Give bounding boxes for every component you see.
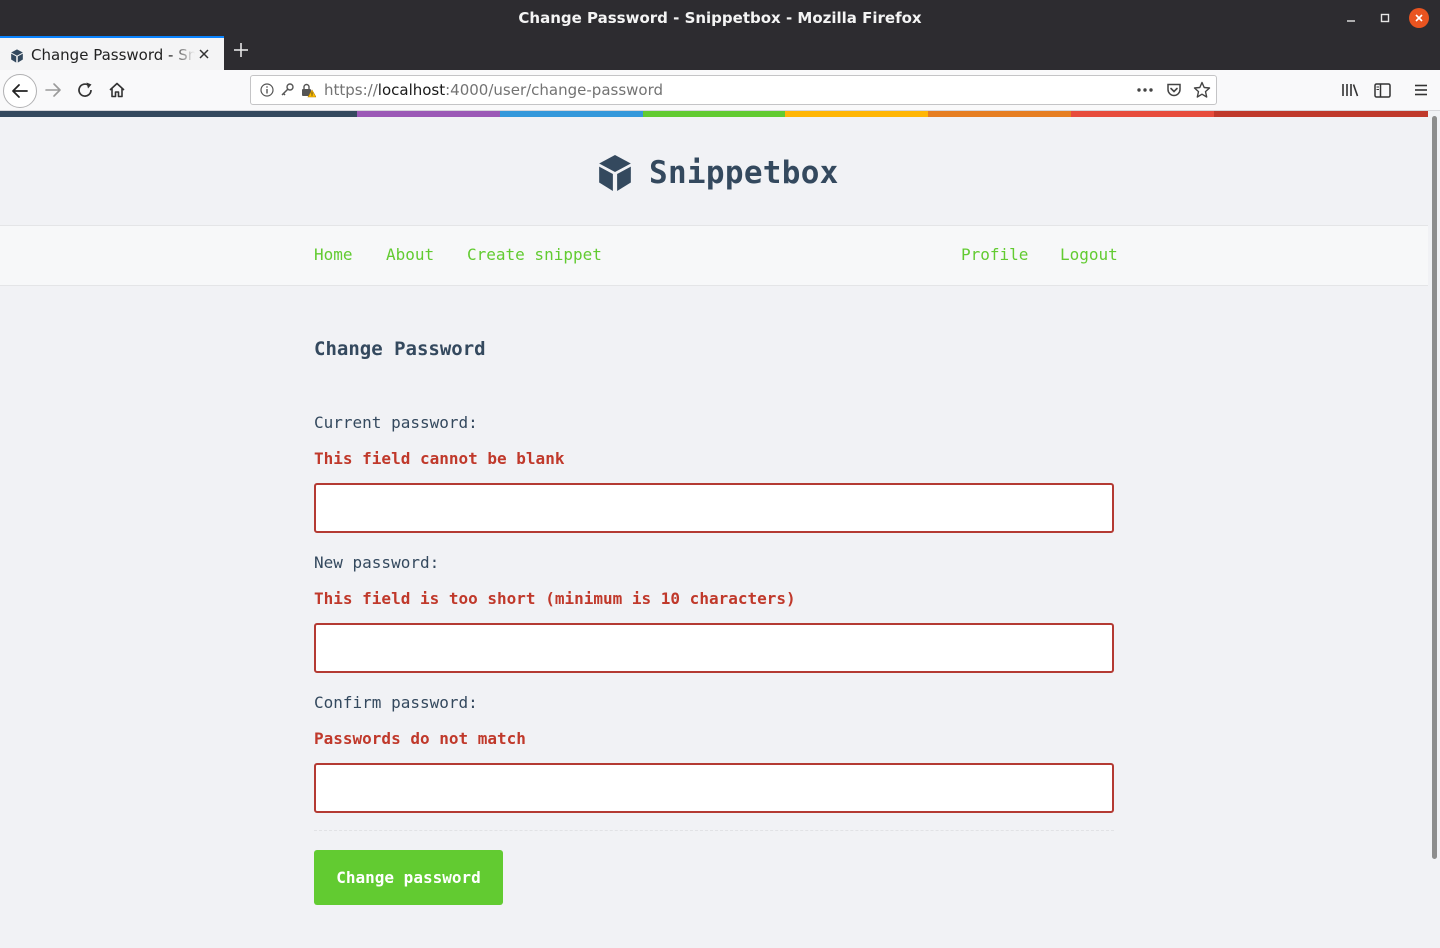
home-icon[interactable] <box>105 78 129 102</box>
tab-strip: Change Password - Snippetbox <box>0 36 1440 70</box>
url-prefix: https:// <box>324 81 378 99</box>
confirm-password-error: Passwords do not match <box>314 729 526 748</box>
plus-icon[interactable] <box>230 40 252 65</box>
confirm-password-input[interactable] <box>314 763 1114 813</box>
form-divider <box>314 830 1114 831</box>
brand-link[interactable]: Snippetbox <box>598 153 839 193</box>
tab-close-icon[interactable] <box>198 45 210 64</box>
close-icon[interactable] <box>1409 8 1429 28</box>
forward-arrow-icon[interactable] <box>41 78 65 102</box>
url-text: https://localhost:4000/user/change-passw… <box>324 81 663 99</box>
brand-name: Snippetbox <box>649 155 839 191</box>
snippetbox-cube-icon <box>598 154 632 192</box>
info-icon[interactable] <box>260 82 274 98</box>
nav-link-profile[interactable]: Profile <box>961 245 1028 264</box>
bookmark-star-icon[interactable] <box>1193 81 1211 98</box>
window-title: Change Password - Snippetbox - Mozilla F… <box>518 9 922 27</box>
back-arrow-icon[interactable] <box>3 74 37 108</box>
nav-link-about[interactable]: About <box>386 245 434 264</box>
site-nav: Home About Create snippet Profile Logout <box>0 226 1428 286</box>
reload-icon[interactable] <box>73 78 97 102</box>
pocket-icon[interactable] <box>1166 82 1182 98</box>
window-titlebar: Change Password - Snippetbox - Mozilla F… <box>0 0 1440 36</box>
web-page: Snippetbox Home About Create snippet Pro… <box>0 111 1428 948</box>
page-title: Change Password <box>314 338 486 360</box>
new-password-error: This field is too short (minimum is 10 c… <box>314 589 796 608</box>
key-icon[interactable] <box>280 82 294 98</box>
new-password-input[interactable] <box>314 623 1114 673</box>
current-password-input[interactable] <box>314 483 1114 533</box>
url-bar[interactable]: https://localhost:4000/user/change-passw… <box>250 75 1217 105</box>
url-path: :4000/user/change-password <box>445 81 664 99</box>
maximize-icon[interactable] <box>1375 8 1395 28</box>
nav-link-home[interactable]: Home <box>314 245 353 264</box>
confirm-password-label: Confirm password: <box>314 693 478 712</box>
insecure-lock-icon[interactable] <box>300 82 316 98</box>
tab-label: Change Password - Snippetbox <box>31 46 195 64</box>
url-host: localhost <box>377 81 446 99</box>
scrollbar-thumb[interactable] <box>1432 116 1437 859</box>
new-password-label: New password: <box>314 553 440 572</box>
hamburger-menu-icon[interactable] <box>1410 79 1432 101</box>
library-icon[interactable] <box>1339 79 1361 101</box>
snippetbox-cube-icon <box>10 48 24 63</box>
site-header: Snippetbox <box>0 117 1428 226</box>
tab-change-password[interactable]: Change Password - Snippetbox <box>0 36 224 70</box>
sidebar-icon[interactable] <box>1371 79 1393 101</box>
browser-toolbar: https://localhost:4000/user/change-passw… <box>0 70 1440 111</box>
current-password-error: This field cannot be blank <box>314 449 565 468</box>
change-password-button[interactable]: Change password <box>314 850 503 905</box>
more-actions-icon[interactable] <box>1136 82 1154 98</box>
page-scrollbar[interactable] <box>1428 111 1440 948</box>
current-password-label: Current password: <box>314 413 478 432</box>
nav-link-create-snippet[interactable]: Create snippet <box>467 245 602 264</box>
nav-link-logout[interactable]: Logout <box>1060 245 1118 264</box>
minimize-icon[interactable] <box>1341 8 1361 28</box>
